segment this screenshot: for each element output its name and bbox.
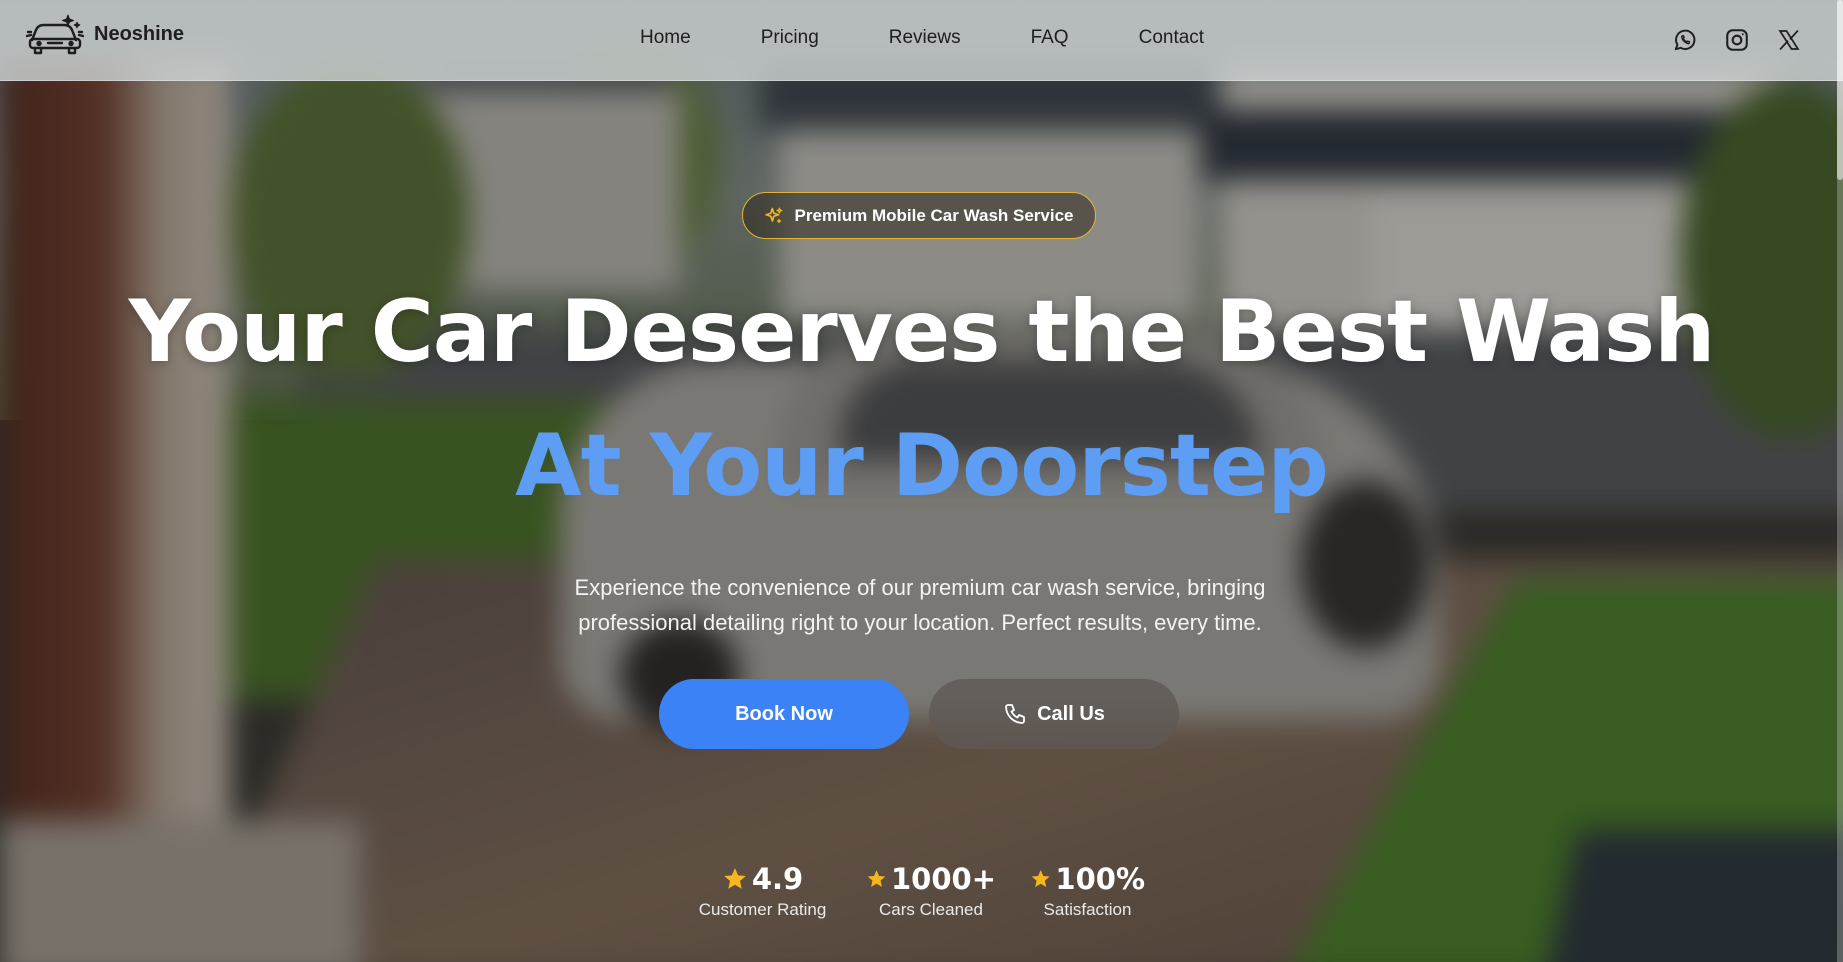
book-now-button[interactable]: Book Now [659,679,909,749]
brand-logo-link[interactable]: Neoshine [26,12,184,56]
star-icon [723,868,746,889]
stat-customer-rating: 4.9 Customer Rating [690,862,835,920]
call-us-label: Call Us [1037,702,1105,725]
service-badge-label: Premium Mobile Car Wash Service [794,205,1074,225]
whatsapp-icon[interactable] [1671,26,1699,54]
call-us-button[interactable]: Call Us [929,679,1179,749]
stat-label: Satisfaction [1043,900,1132,919]
stat-value: 4.9 [751,862,804,896]
hero-subtitle: At Your Doorstep [515,416,1329,516]
stat-satisfaction: 100% Satisfaction [1030,862,1145,920]
site-header: Neoshine Home Pricing Reviews FAQ Contac… [0,0,1843,81]
scrollbar-thumb[interactable] [1837,0,1843,180]
stat-label: Cars Cleaned [879,900,983,919]
brand-name: Neoshine [94,22,185,45]
service-badge: Premium Mobile Car Wash Service [742,192,1096,239]
hero-description: Experience the convenience of our premiu… [574,575,1266,635]
nav-faq[interactable]: FAQ [1031,27,1069,49]
instagram-icon[interactable] [1723,26,1751,54]
nav-reviews[interactable]: Reviews [889,27,961,49]
stat-value: 1000+ [890,862,996,896]
book-now-label: Book Now [735,702,833,725]
page-scrollbar[interactable] [1837,0,1843,962]
nav-pricing[interactable]: Pricing [761,27,819,49]
x-icon[interactable] [1775,26,1803,54]
stat-label: Customer Rating [698,900,827,919]
star-icon [1031,870,1050,888]
main-nav: Home Pricing Reviews FAQ Contact [640,27,1204,49]
social-links [1671,26,1803,54]
nav-contact[interactable]: Contact [1139,27,1204,49]
car-sparkle-icon [26,14,84,55]
phone-icon [1005,704,1025,724]
star-icon [867,870,886,887]
sparkles-icon [765,207,783,223]
nav-home[interactable]: Home [640,27,691,49]
stat-value: 100% [1055,862,1145,896]
hero-title: Your Car Deserves the Best Wash [128,282,1716,382]
stat-cars-cleaned: 1000+ Cars Cleaned [866,862,996,920]
